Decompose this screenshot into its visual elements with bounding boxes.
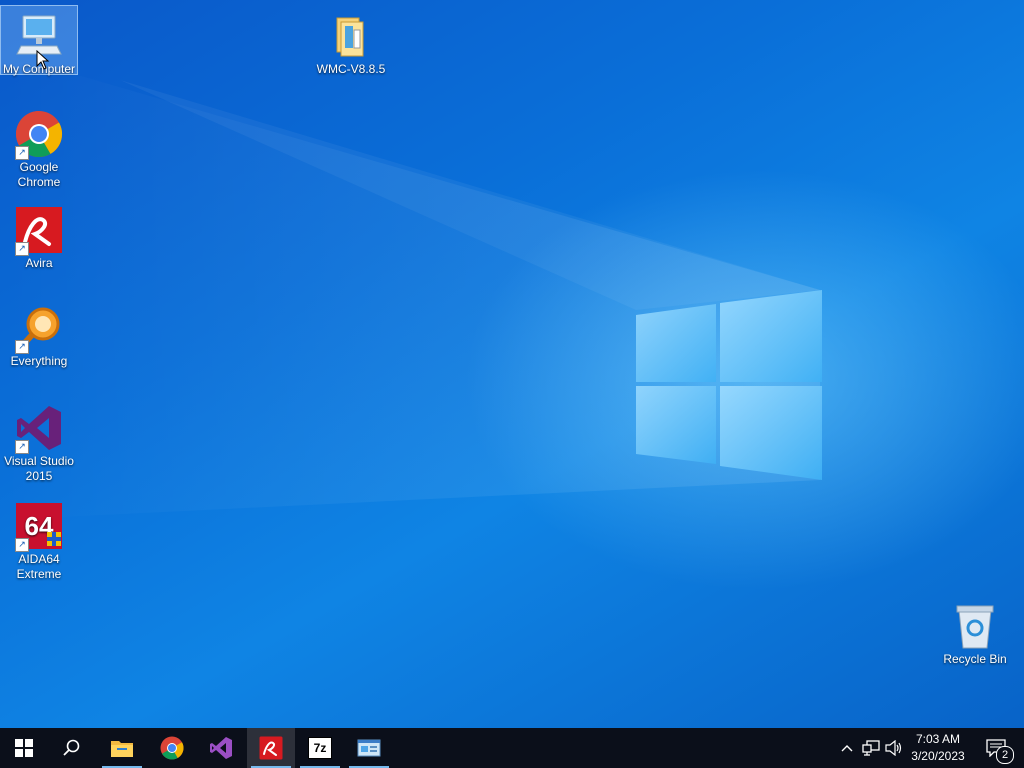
start-button[interactable] xyxy=(0,728,48,768)
desktop-icon-everything[interactable]: ↗ Everything xyxy=(1,298,77,369)
windows-start-icon xyxy=(15,739,33,757)
folder-icon xyxy=(327,12,375,60)
shortcut-arrow-icon: ↗ xyxy=(15,146,29,160)
chevron-up-icon xyxy=(841,745,853,752)
taskbar-chrome[interactable] xyxy=(148,728,196,768)
desktop-icon-aida64-extreme[interactable]: 64 ↗ AIDA64 Extreme xyxy=(1,496,77,582)
taskbar-7zip[interactable]: 7z xyxy=(296,728,344,768)
volume-button[interactable] xyxy=(882,728,906,768)
taskbar-system-app[interactable] xyxy=(345,728,393,768)
action-center-button[interactable]: 2 xyxy=(976,728,1016,768)
clock-button[interactable]: 7:03 AM 3/20/2023 xyxy=(906,731,970,767)
notification-count-badge: 2 xyxy=(996,746,1014,764)
search-icon xyxy=(63,739,80,756)
avira-icon xyxy=(259,736,283,760)
visual-studio-icon: ↗ xyxy=(15,404,63,454)
notification-count: 2 xyxy=(1001,749,1009,761)
chrome-icon: ↗ xyxy=(15,110,63,160)
everything-search-icon: ↗ xyxy=(15,304,63,354)
shortcut-arrow-icon: ↗ xyxy=(15,340,29,354)
7zip-icon-text: 7z xyxy=(313,741,327,755)
network-icon xyxy=(862,740,880,756)
wallpaper-beam xyxy=(0,70,820,520)
chrome-icon xyxy=(160,736,184,760)
network-button[interactable] xyxy=(858,728,884,768)
shortcut-arrow-icon: ↗ xyxy=(15,242,29,256)
windows-logo-wallpaper xyxy=(636,290,822,480)
shortcut-arrow-icon: ↗ xyxy=(15,440,29,454)
clock-date: 3/20/2023 xyxy=(911,749,965,763)
avira-icon: ↗ xyxy=(15,206,63,256)
desktop-icon-recycle-bin[interactable]: Recycle Bin xyxy=(937,596,1013,667)
taskbar-avira[interactable] xyxy=(247,728,295,768)
7zip-icon: 7z xyxy=(308,737,332,759)
aida64-icon: 64 ↗ xyxy=(15,502,63,552)
speaker-icon xyxy=(885,740,902,756)
desktop-icon-label: Avira xyxy=(25,256,53,270)
system-window-icon xyxy=(357,739,381,757)
desktop-icon-label: Visual Studio 2015 xyxy=(4,454,74,483)
taskbar-visual-studio[interactable] xyxy=(197,728,245,768)
folder-icon xyxy=(111,741,133,757)
clock-time: 7:03 AM xyxy=(915,732,961,746)
mouse-cursor-icon xyxy=(36,50,50,70)
desktop-icon-label: Everything xyxy=(10,354,68,368)
desktop-icon-wmc-folder[interactable]: WMC-V8.8.5 xyxy=(313,6,389,77)
desktop-icon-label: AIDA64 Extreme xyxy=(16,552,62,581)
desktop-icon-label: Recycle Bin xyxy=(943,652,1007,666)
desktop-icon-visual-studio-2015[interactable]: ↗ Visual Studio 2015 xyxy=(1,398,77,484)
taskbar: 7z 7:03 AM 3/20/2023 2 xyxy=(0,728,1024,768)
shortcut-arrow-icon: ↗ xyxy=(15,538,29,552)
show-hidden-icons-button[interactable] xyxy=(836,728,858,768)
desktop-icon-label: WMC-V8.8.5 xyxy=(316,62,386,76)
desktop[interactable]: My Computer WMC-V8.8.5 ↗ Google Chrome ↗… xyxy=(0,0,1024,728)
taskbar-file-explorer[interactable] xyxy=(98,728,146,768)
desktop-icon-label: Google Chrome xyxy=(17,160,61,189)
desktop-icon-google-chrome[interactable]: ↗ Google Chrome xyxy=(1,104,77,190)
desktop-icon-avira[interactable]: ↗ Avira xyxy=(1,200,77,271)
search-button[interactable] xyxy=(48,728,96,768)
recycle-bin-icon xyxy=(951,602,999,650)
visual-studio-icon xyxy=(210,737,232,759)
